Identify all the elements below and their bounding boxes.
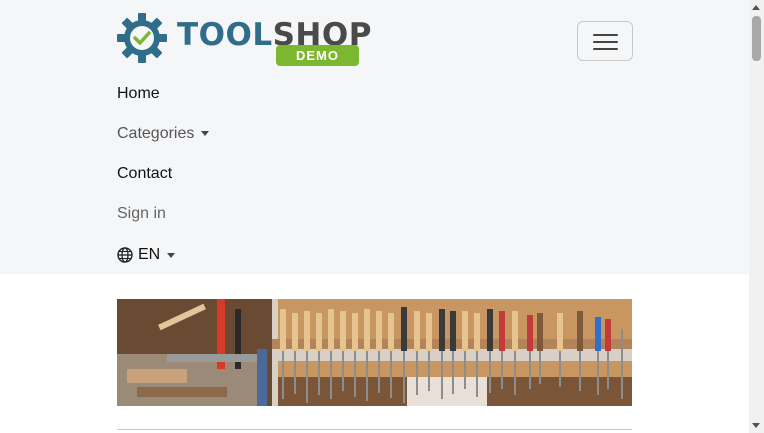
scroll-up-arrow-icon[interactable] — [752, 5, 760, 10]
caret-down-icon — [201, 131, 210, 137]
nav-contact-link[interactable]: Contact — [117, 165, 172, 183]
language-dropdown[interactable]: EN — [117, 246, 176, 264]
brand-word-tool: TOOL — [177, 17, 273, 53]
nav-signin-link[interactable]: Sign in — [117, 205, 166, 223]
brand-logo-link[interactable]: TOOLSHOP DEMO — [116, 12, 371, 68]
gear-check-icon — [117, 13, 167, 63]
globe-icon — [117, 247, 133, 263]
nav-categories-dropdown[interactable]: Categories — [117, 125, 210, 143]
page: TOOLSHOP DEMO Home Categories Contact Si… — [0, 0, 764, 433]
navbar-toggler-button[interactable] — [577, 21, 633, 61]
banner-illustration — [117, 299, 632, 406]
hamburger-menu-icon — [593, 34, 618, 36]
hamburger-line — [593, 41, 618, 43]
hamburger-line — [593, 48, 618, 50]
demo-badge: DEMO — [276, 45, 359, 66]
tools-banner-image — [117, 299, 632, 406]
language-label: EN — [138, 246, 161, 263]
caret-down-icon — [167, 252, 176, 258]
content-divider — [117, 429, 632, 430]
navbar: TOOLSHOP DEMO Home Categories Contact Si… — [0, 0, 749, 274]
scroll-down-arrow-icon[interactable] — [752, 423, 760, 428]
nav-categories-label: Categories — [117, 125, 195, 142]
vertical-scrollbar[interactable] — [749, 0, 764, 433]
scrollbar-thumb[interactable] — [752, 16, 761, 61]
nav-home-link[interactable]: Home — [117, 85, 160, 103]
